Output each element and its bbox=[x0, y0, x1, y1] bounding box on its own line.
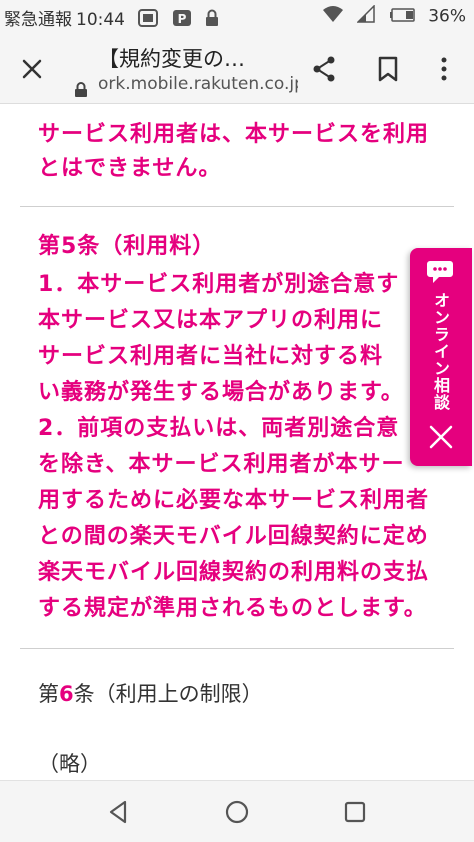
text-line: サービス利用者に当社に対する料 bbox=[38, 344, 384, 369]
text-line: との間の楽天モバイル回線契約に定め bbox=[38, 524, 429, 549]
battery-percent: 36% bbox=[428, 6, 466, 27]
more-vert-icon[interactable] bbox=[426, 51, 462, 87]
navigation-bar bbox=[0, 780, 474, 842]
status-left: 緊急通報 10:44 P bbox=[4, 5, 219, 32]
article6-number: 6 bbox=[59, 682, 74, 706]
recent-apps-icon[interactable] bbox=[340, 797, 370, 827]
text-line: とはできません。 bbox=[38, 156, 222, 181]
notification-app-icon bbox=[138, 8, 159, 32]
page-title: 【規約変更の… bbox=[98, 47, 245, 71]
close-icon[interactable] bbox=[14, 51, 50, 87]
pay-app-icon: P bbox=[172, 9, 192, 32]
article5-title: 第5条（利用料） bbox=[38, 234, 216, 259]
back-icon[interactable] bbox=[104, 797, 134, 827]
text-line: い義務が発生する場合があります。 bbox=[38, 380, 404, 405]
online-consultation-label: オンライン相談 bbox=[431, 292, 450, 411]
text-line: を除き、本サービス利用者が本サー bbox=[38, 452, 405, 477]
wifi-icon bbox=[322, 5, 344, 28]
bookmark-icon[interactable] bbox=[370, 51, 406, 87]
status-bar: 緊急通報 10:44 P 36% bbox=[0, 0, 474, 34]
article6-title: 第6条（利用上の制限） bbox=[38, 678, 263, 708]
lock-icon[interactable] bbox=[74, 82, 88, 98]
text-line: 楽天モバイル回線契約の利用料の支払 bbox=[38, 560, 430, 585]
battery-icon bbox=[389, 7, 415, 27]
clock: 10:44 bbox=[76, 10, 125, 30]
text-line: 用するために必要な本サービス利用者 bbox=[38, 488, 430, 513]
divider bbox=[20, 206, 454, 207]
online-consultation-tab[interactable]: オンライン相談 bbox=[410, 248, 472, 466]
close-icon[interactable] bbox=[424, 420, 458, 454]
text-line: 2．前項の支払いは、両者別途合意 bbox=[38, 416, 400, 441]
article6-prefix: 第 bbox=[38, 682, 59, 706]
text-line: 本サービス又は本アプリの利用に bbox=[38, 308, 384, 333]
page-url[interactable]: ork.mobile.rakuten.co.jp bbox=[98, 74, 298, 94]
text-line: サービス利用者は、本サービスを利用 bbox=[38, 122, 430, 147]
chat-bubble-icon bbox=[426, 258, 456, 286]
emergency-notification: 緊急通報 bbox=[4, 10, 72, 30]
divider bbox=[20, 648, 454, 649]
share-icon[interactable] bbox=[306, 51, 342, 87]
status-right: 36% bbox=[322, 4, 466, 28]
page-content: サービス利用者は、本サービスを利用 とはできません。 第5条（利用料） 1．本サ… bbox=[0, 104, 474, 780]
text-line: 1．本サービス利用者が別途合意す bbox=[38, 272, 400, 297]
svg-text:P: P bbox=[177, 12, 186, 26]
text-line: する規定が準用されるものとします。 bbox=[38, 596, 427, 621]
home-icon[interactable] bbox=[222, 797, 252, 827]
article6-rest: 条（利用上の制限） bbox=[73, 682, 263, 706]
signal-icon bbox=[356, 4, 376, 28]
abbreviated-text: （略） bbox=[38, 752, 101, 776]
browser-toolbar: 【規約変更の… ork.mobile.rakuten.co.jp bbox=[0, 34, 474, 104]
lock-status-icon bbox=[205, 9, 219, 32]
